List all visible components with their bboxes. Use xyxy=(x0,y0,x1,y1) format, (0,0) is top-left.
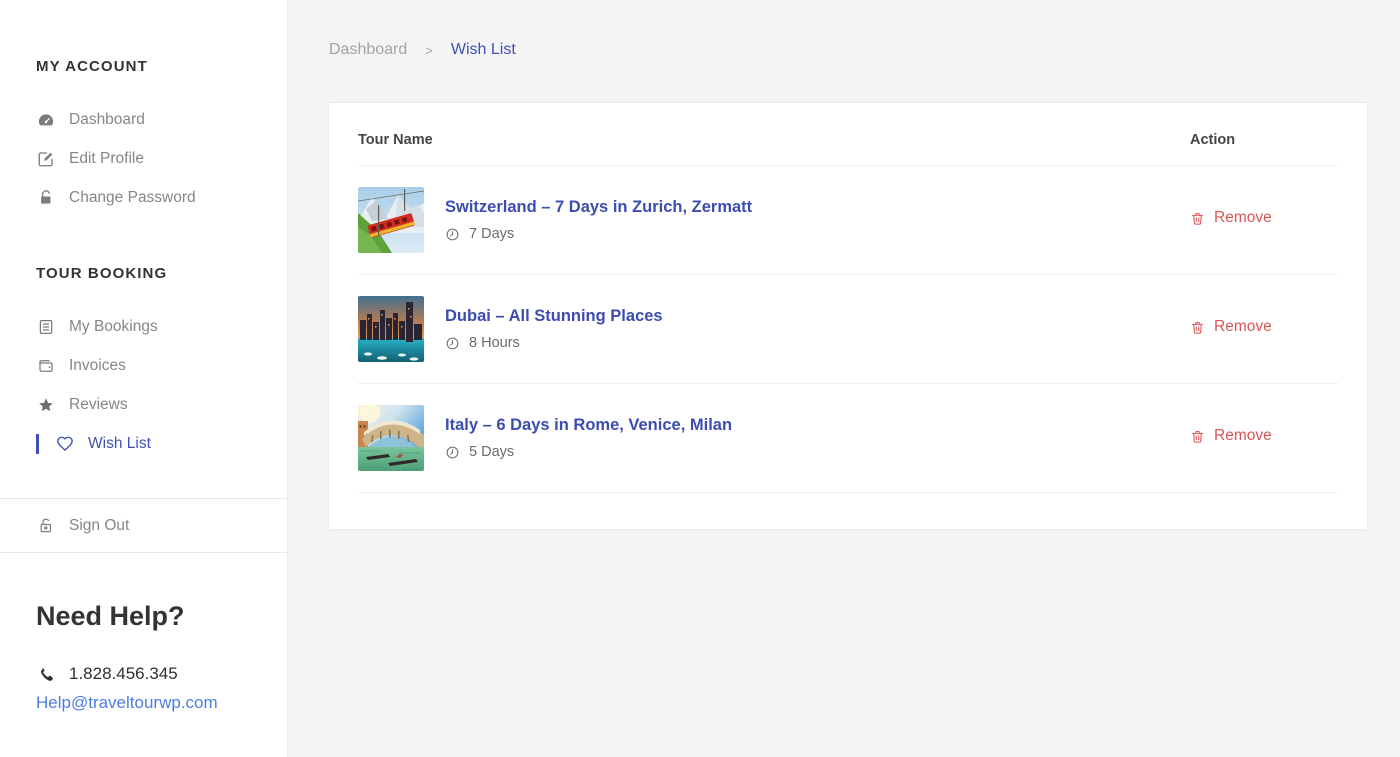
clock-icon xyxy=(445,227,460,242)
wallet-icon xyxy=(36,356,55,375)
wishlist-card: Tour Name Action xyxy=(328,102,1368,530)
sidebar-divider xyxy=(0,498,287,499)
table-header-row: Tour Name Action xyxy=(358,103,1338,166)
tour-duration: 7 Days xyxy=(445,226,1190,242)
trash-icon xyxy=(1190,320,1205,335)
lock-icon xyxy=(36,188,55,207)
action-cell: Remove xyxy=(1190,427,1338,449)
tour-info: Switzerland – 7 Days in Zurich, Zermatt … xyxy=(445,198,1190,242)
tour-duration-text: 5 Days xyxy=(469,444,514,460)
active-indicator xyxy=(36,434,39,454)
tour-thumbnail-venice-rialto xyxy=(358,405,424,471)
wishlist-row-italy: Italy – 6 Days in Rome, Venice, Milan 5 … xyxy=(358,384,1338,493)
sidebar-item-label: My Bookings xyxy=(69,318,158,336)
need-help-section: Need Help? 1.828.456.345 Help@traveltour… xyxy=(36,601,287,713)
breadcrumb-separator-icon: > xyxy=(425,43,433,58)
tour-thumbnail-swiss-alps-train xyxy=(358,187,424,253)
sidebar-section-title-my-account: MY ACCOUNT xyxy=(36,58,287,75)
unlock-icon xyxy=(36,516,55,535)
help-phone-number: 1.828.456.345 xyxy=(69,664,178,684)
help-phone-row: 1.828.456.345 xyxy=(36,664,287,684)
clock-icon xyxy=(445,336,460,351)
sidebar-divider xyxy=(0,552,287,553)
sidebar-item-dashboard[interactable]: Dashboard xyxy=(0,100,287,139)
sidebar-item-change-password[interactable]: Change Password xyxy=(0,178,287,217)
remove-button[interactable]: Remove xyxy=(1190,318,1272,336)
app-window: MY ACCOUNT Dashboard Edit Profile Change… xyxy=(0,0,1400,757)
trash-icon xyxy=(1190,211,1205,226)
dashboard-gauge-icon xyxy=(36,110,55,129)
need-help-title: Need Help? xyxy=(36,601,287,632)
phone-icon xyxy=(36,665,55,684)
tour-duration: 8 Hours xyxy=(445,335,1190,351)
tour-title-link[interactable]: Switzerland – 7 Days in Zurich, Zermatt xyxy=(445,198,752,217)
sidebar-item-my-bookings[interactable]: My Bookings xyxy=(0,307,287,346)
tour-info: Italy – 6 Days in Rome, Venice, Milan 5 … xyxy=(445,416,1190,460)
trash-icon xyxy=(1190,429,1205,444)
action-cell: Remove xyxy=(1190,318,1338,340)
wishlist-row-switzerland: Switzerland – 7 Days in Zurich, Zermatt … xyxy=(358,166,1338,275)
sidebar-item-label: Reviews xyxy=(69,396,128,414)
sidebar-item-sign-out[interactable]: Sign Out xyxy=(0,506,287,545)
column-header-action: Action xyxy=(1190,132,1338,148)
tour-duration: 5 Days xyxy=(445,444,1190,460)
sidebar-item-label: Sign Out xyxy=(69,517,129,535)
sidebar-item-invoices[interactable]: Invoices xyxy=(0,346,287,385)
wishlist-row-dubai: Dubai – All Stunning Places 8 Hours Remo… xyxy=(358,275,1338,384)
sidebar: MY ACCOUNT Dashboard Edit Profile Change… xyxy=(0,0,288,757)
main-content: Dashboard > Wish List Tour Name Action xyxy=(288,0,1400,757)
column-header-tour-name: Tour Name xyxy=(358,132,1190,148)
help-email-link[interactable]: Help@traveltourwp.com xyxy=(36,693,287,713)
sidebar-item-reviews[interactable]: Reviews xyxy=(0,385,287,424)
sidebar-item-edit-profile[interactable]: Edit Profile xyxy=(0,139,287,178)
clock-icon xyxy=(445,445,460,460)
sidebar-item-label: Dashboard xyxy=(69,111,145,129)
sidebar-item-label: Change Password xyxy=(69,189,196,207)
sidebar-item-label: Wish List xyxy=(88,435,151,453)
heart-icon xyxy=(55,434,74,453)
sidebar-item-label: Invoices xyxy=(69,357,126,375)
tour-duration-text: 7 Days xyxy=(469,226,514,242)
tour-info: Dubai – All Stunning Places 8 Hours xyxy=(445,307,1190,351)
tour-booking-nav: My Bookings Invoices Reviews Wish List xyxy=(0,307,287,463)
sidebar-item-label: Edit Profile xyxy=(69,150,144,168)
breadcrumb-current-page: Wish List xyxy=(451,41,516,59)
tour-title-link[interactable]: Italy – 6 Days in Rome, Venice, Milan xyxy=(445,416,732,435)
remove-button[interactable]: Remove xyxy=(1190,427,1272,445)
sidebar-section-title-tour-booking: TOUR BOOKING xyxy=(36,265,287,282)
document-list-icon xyxy=(36,317,55,336)
breadcrumb: Dashboard > Wish List xyxy=(329,41,1400,59)
edit-pen-square-icon xyxy=(36,149,55,168)
sidebar-item-wish-list[interactable]: Wish List xyxy=(0,424,287,463)
remove-label: Remove xyxy=(1214,427,1272,445)
star-icon xyxy=(36,395,55,414)
tour-title-link[interactable]: Dubai – All Stunning Places xyxy=(445,307,663,326)
action-cell: Remove xyxy=(1190,209,1338,231)
remove-label: Remove xyxy=(1214,318,1272,336)
tour-duration-text: 8 Hours xyxy=(469,335,520,351)
breadcrumb-dashboard-link[interactable]: Dashboard xyxy=(329,41,407,59)
tour-thumbnail-dubai-marina xyxy=(358,296,424,362)
remove-button[interactable]: Remove xyxy=(1190,209,1272,227)
my-account-nav: Dashboard Edit Profile Change Password xyxy=(0,100,287,217)
remove-label: Remove xyxy=(1214,209,1272,227)
